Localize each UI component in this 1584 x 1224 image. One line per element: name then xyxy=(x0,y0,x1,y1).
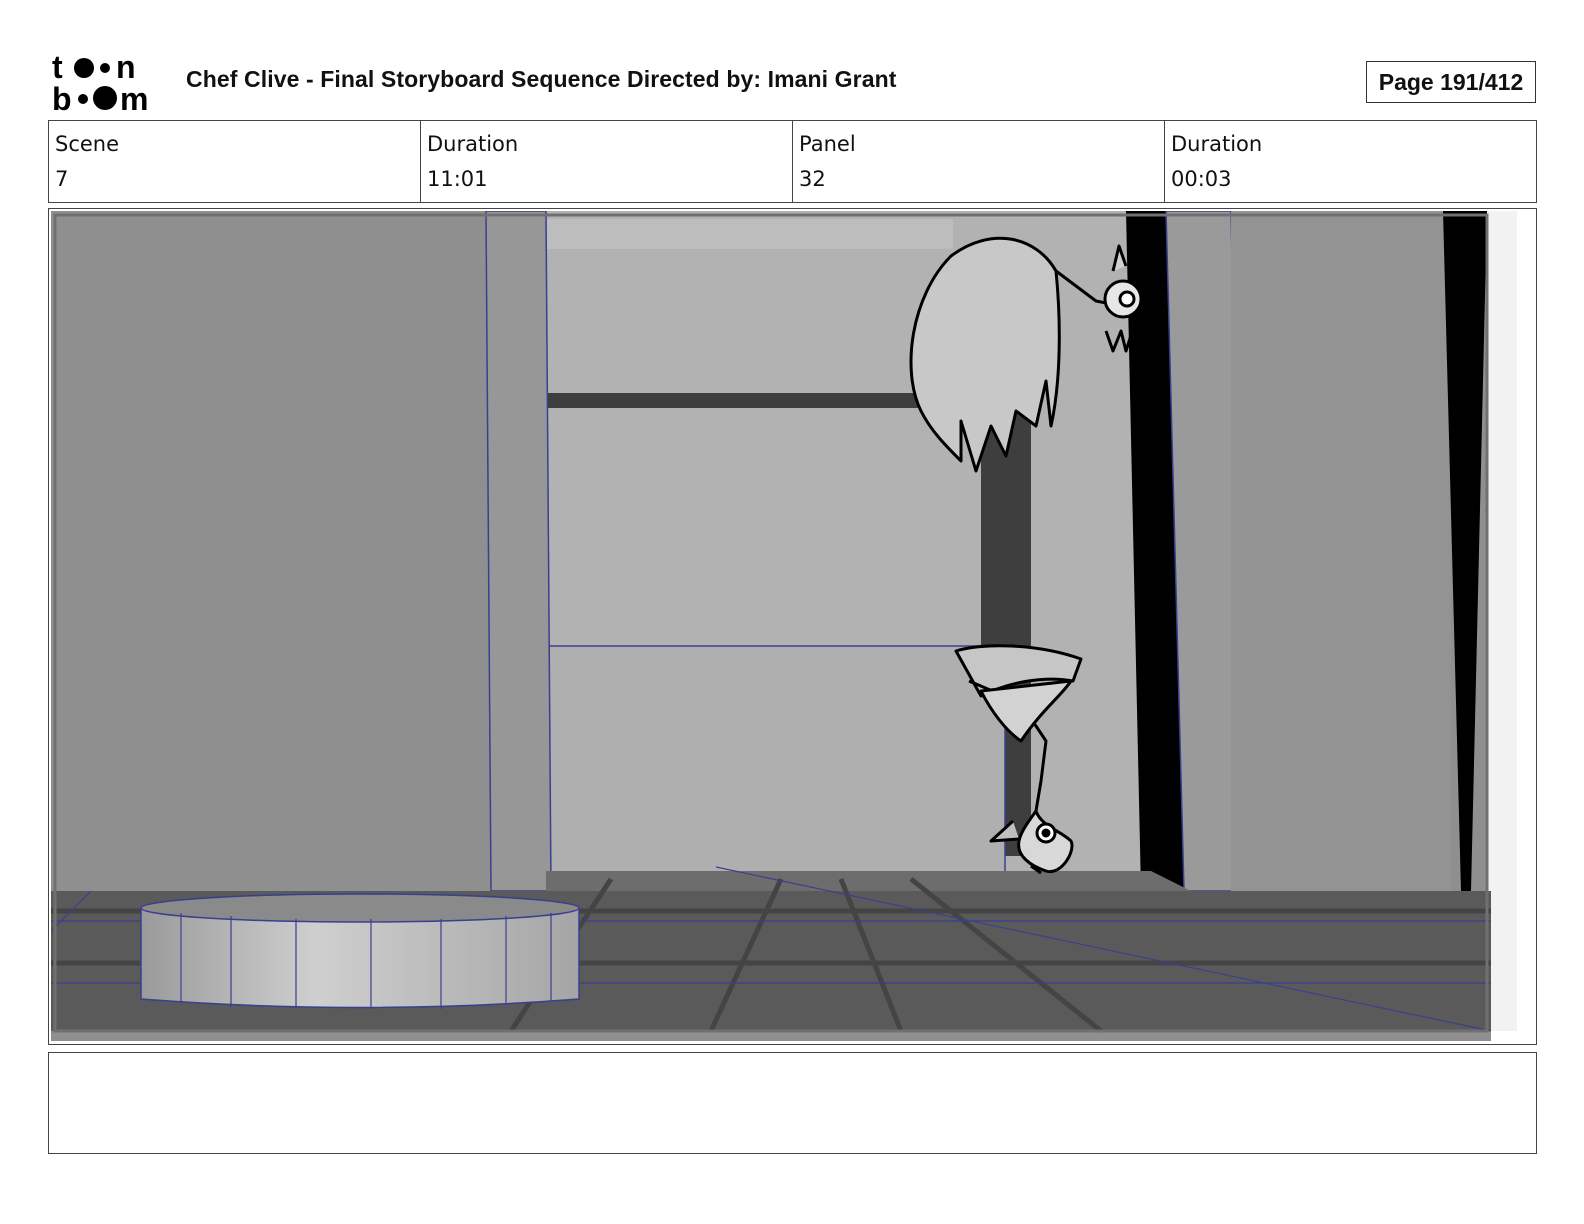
panel-notes-box xyxy=(48,1052,1537,1154)
panel-cell: Panel 32 xyxy=(793,121,1165,202)
panel-value: 32 xyxy=(799,167,826,191)
panel-duration-label: Duration xyxy=(1171,132,1263,156)
right-wall xyxy=(1231,211,1451,891)
scene-duration-cell: Duration 11:01 xyxy=(421,121,793,202)
scene-duration-value: 11:01 xyxy=(427,167,488,191)
scene-info-table: Scene 7 Duration 11:01 Panel 32 Duration… xyxy=(48,120,1537,203)
floor-far-strip xyxy=(546,871,1191,891)
svg-text:t: t xyxy=(52,50,63,85)
panel-label: Panel xyxy=(799,132,856,156)
ceiling-strip xyxy=(543,219,953,249)
panel-duration-cell: Duration 00:03 xyxy=(1165,121,1536,202)
toon-boom-logo: t n b m xyxy=(52,50,148,114)
document-title: Chef Clive - Final Storyboard Sequence D… xyxy=(186,66,897,92)
scene-duration-label: Duration xyxy=(427,132,519,156)
page-number: Page 191/412 xyxy=(1366,61,1536,103)
svg-text:m: m xyxy=(120,81,148,114)
right-edge-strip xyxy=(1487,211,1517,1031)
panel-drawing xyxy=(51,211,1517,1041)
shelf-beam xyxy=(543,393,923,408)
panel-duration-value: 00:03 xyxy=(1171,167,1232,191)
scene-cell: Scene 7 xyxy=(49,121,421,202)
svg-text:n: n xyxy=(116,50,136,85)
scene-value: 7 xyxy=(55,167,69,191)
scene-label: Scene xyxy=(55,132,120,156)
svg-text:b: b xyxy=(52,81,72,114)
back-counter xyxy=(546,645,1006,877)
left-pillar xyxy=(485,211,552,892)
storyboard-panel xyxy=(48,208,1537,1045)
floor-tub xyxy=(140,893,580,1009)
